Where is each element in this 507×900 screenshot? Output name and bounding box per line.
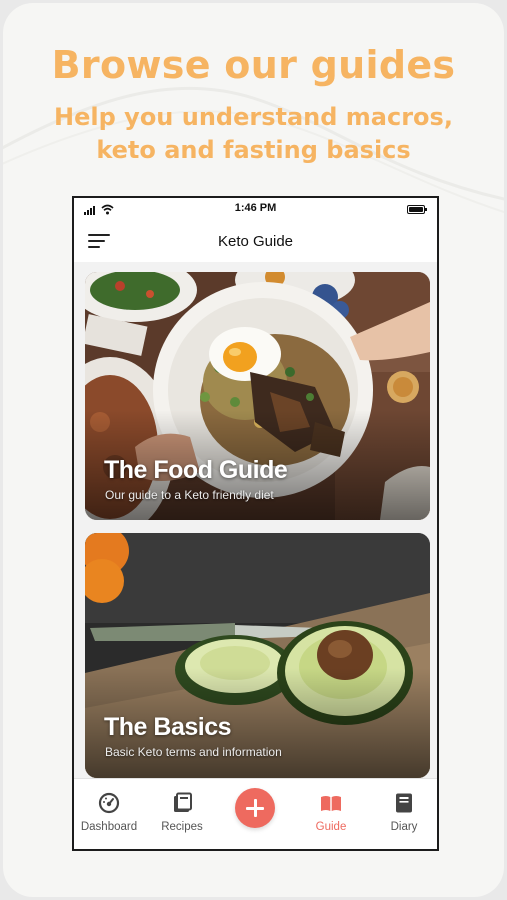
status-time: 1:46 PM [234,202,277,214]
promo-headline: Browse our guides [51,43,456,87]
tab-bar: Dashboard Recipes Guide Diary [74,778,437,849]
tab-diary[interactable]: Diary [369,779,437,849]
basics-guide-title: The Basics [104,713,232,741]
guide-list: The Food Guide Our guide to a Keto frien… [74,262,437,778]
nav-title: Keto Guide [217,233,294,250]
tab-guide[interactable]: Guide [296,779,366,849]
tab-label-guide: Guide [315,821,347,833]
tab-recipes[interactable]: Recipes [147,779,217,849]
basics-guide-subtitle: Basic Keto terms and information [105,745,282,759]
books-icon [174,792,192,812]
food-guide-subtitle: Our guide to a Keto friendly diet [105,488,274,502]
promo-card: Browse our guides Help you understand ma… [3,3,504,897]
promo-subhead-line-1: Help you understand macros, [54,103,453,131]
food-guide-title: The Food Guide [104,456,288,484]
food-guide-card[interactable]: The Food Guide Our guide to a Keto frien… [85,272,430,520]
promo-subhead: Help you understand macros, keto and fas… [3,101,504,167]
status-bar: 1:46 PM [74,198,437,220]
promo-subhead-line-2: keto and fasting basics [96,136,411,164]
phone-screen: 1:46 PM Keto Guide The Food Guide Our gu… [72,196,439,851]
nav-bar: Keto Guide [74,222,437,262]
tab-label-dashboard: Dashboard [80,821,138,833]
battery-icon [407,205,427,214]
add-button[interactable] [235,788,275,828]
notebook-icon [396,793,412,813]
basics-guide-card[interactable]: The Basics Basic Keto terms and informat… [85,533,430,778]
tab-dashboard[interactable]: Dashboard [74,779,144,849]
tab-label-diary: Diary [390,821,418,833]
open-book-icon [321,796,341,811]
gauge-icon [98,792,120,814]
tab-label-recipes: Recipes [161,821,203,833]
